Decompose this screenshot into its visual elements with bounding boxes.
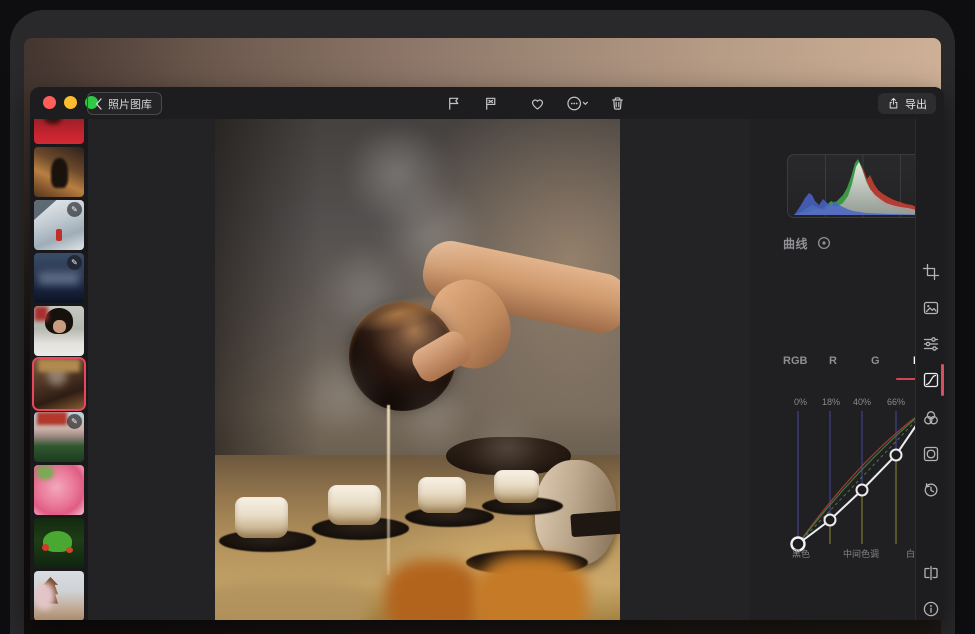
photo-layer [466, 410, 547, 480]
photo-layer [571, 510, 620, 537]
tone-label-midtones: 中间色调 [843, 548, 879, 559]
thumbnail-tree-frog[interactable]: ✎ [34, 518, 84, 568]
thumbnail-image [34, 359, 84, 409]
thumbnail-image [42, 544, 49, 551]
tool-compare[interactable] [921, 563, 941, 583]
tool-vignette[interactable] [921, 444, 941, 464]
delete-icon[interactable] [609, 95, 626, 112]
blue-channel-curve [798, 408, 928, 544]
thumbnail-image [34, 571, 84, 620]
minimize-window-button[interactable] [64, 96, 77, 109]
thumbnail-city-park-skyline[interactable]: ✎ [34, 412, 84, 462]
back-to-library-button[interactable]: 照片图库 [87, 92, 162, 115]
export-button[interactable]: 导出 [878, 93, 936, 114]
photo-layer [296, 349, 385, 439]
edited-badge-pencil-icon: ✎ [67, 414, 82, 429]
export-label: 导出 [905, 96, 927, 112]
tone-label-black: 黑色 [792, 548, 810, 559]
main-photo-tea-pouring[interactable] [215, 119, 620, 620]
tool-retouch-history[interactable] [921, 480, 941, 500]
curve-point[interactable] [857, 485, 868, 496]
curves-panel-title: 曲线 [783, 235, 808, 252]
thumbnail-white-architecture[interactable]: ✎ [34, 200, 84, 250]
stage: 照片图库 导出 [0, 0, 975, 634]
green-channel-curve [798, 408, 928, 544]
thumbnail-image [34, 147, 84, 197]
tool-rail [915, 119, 944, 620]
thumbnail-tea-pouring[interactable]: ✎ [34, 359, 84, 409]
tool-info[interactable] [921, 599, 941, 619]
axis-label: 18% [822, 397, 840, 407]
axis-label: 66% [887, 397, 905, 407]
tool-adjust[interactable] [921, 334, 941, 354]
thumbnail-pagoda-blossoms[interactable]: ✎ [34, 571, 84, 620]
favorite-icon[interactable] [529, 95, 546, 112]
photo-layer [385, 560, 482, 620]
more-options-icon[interactable] [566, 95, 589, 112]
close-window-button[interactable] [43, 96, 56, 109]
visibility-toggle-icon[interactable] [817, 236, 831, 250]
chevron-left-icon [95, 98, 103, 110]
thumbnail-image [66, 547, 73, 553]
axis-label: 0% [794, 397, 807, 407]
tool-curves[interactable] [921, 370, 941, 390]
photo-layer [418, 477, 467, 513]
thumbnail-woman-portrait[interactable]: ✎ [34, 306, 84, 356]
thumbnail-blue-mountain-figure[interactable]: ✎ [34, 253, 84, 303]
title-bar: 照片图库 导出 [30, 87, 944, 119]
tool-filters[interactable] [921, 298, 941, 318]
edited-badge-pencil-icon: ✎ [67, 202, 82, 217]
photo-canvas-area [88, 119, 750, 620]
photo-layer [235, 497, 288, 538]
photo-layer [328, 485, 381, 525]
thumbnail-sidebar[interactable]: ✎ ✎ ✎ ✎ ✎ ✎ ✎ ✎ ✎ [30, 119, 88, 620]
thumbnail-pink-flower[interactable]: ✎ [34, 465, 84, 515]
thumbnail-image [34, 306, 48, 321]
edited-badge-pencil-icon: ✎ [67, 255, 82, 270]
tab-red[interactable]: R [829, 355, 871, 367]
share-icon [887, 96, 900, 111]
curve-point[interactable] [825, 515, 836, 526]
thumbnail-list: ✎ ✎ ✎ ✎ ✎ ✎ ✎ ✎ ✎ [34, 119, 84, 620]
photo-layer [387, 405, 390, 575]
reference-diagonal [798, 408, 928, 544]
tone-guide-lines [798, 410, 928, 544]
tool-crop[interactable] [921, 262, 941, 282]
thumbnail-image [53, 320, 66, 333]
thumbnail-image [34, 119, 84, 144]
photo-layer [215, 580, 369, 620]
axis-label: 40% [853, 397, 871, 407]
thumbnail-image [34, 465, 84, 515]
curve-points [792, 402, 935, 551]
remove-flag-icon[interactable] [482, 95, 499, 112]
tab-rgb[interactable]: RGB [783, 355, 829, 367]
thumbnail-sunset-field-portrait[interactable]: ✎ [34, 147, 84, 197]
back-button-label: 照片图库 [108, 96, 152, 112]
active-tool-indicator [941, 364, 945, 396]
photo-layer [393, 380, 474, 460]
photo-layer [474, 555, 587, 620]
flag-icon[interactable] [445, 95, 462, 112]
thumbnail-red-lanterns-street[interactable]: ✎ [34, 119, 84, 144]
adjustments-panel: 曲线 重置 RGB R G B 0% 18% 40% 66% 100% [750, 119, 915, 620]
curve-point[interactable] [891, 450, 902, 461]
red-channel-curve [798, 408, 928, 544]
photo-layer [369, 289, 466, 379]
photos-app-window: 照片图库 导出 [30, 87, 944, 620]
tab-green[interactable]: G [871, 355, 913, 367]
tool-color[interactable] [921, 408, 941, 428]
edit-toolbar [445, 87, 626, 119]
